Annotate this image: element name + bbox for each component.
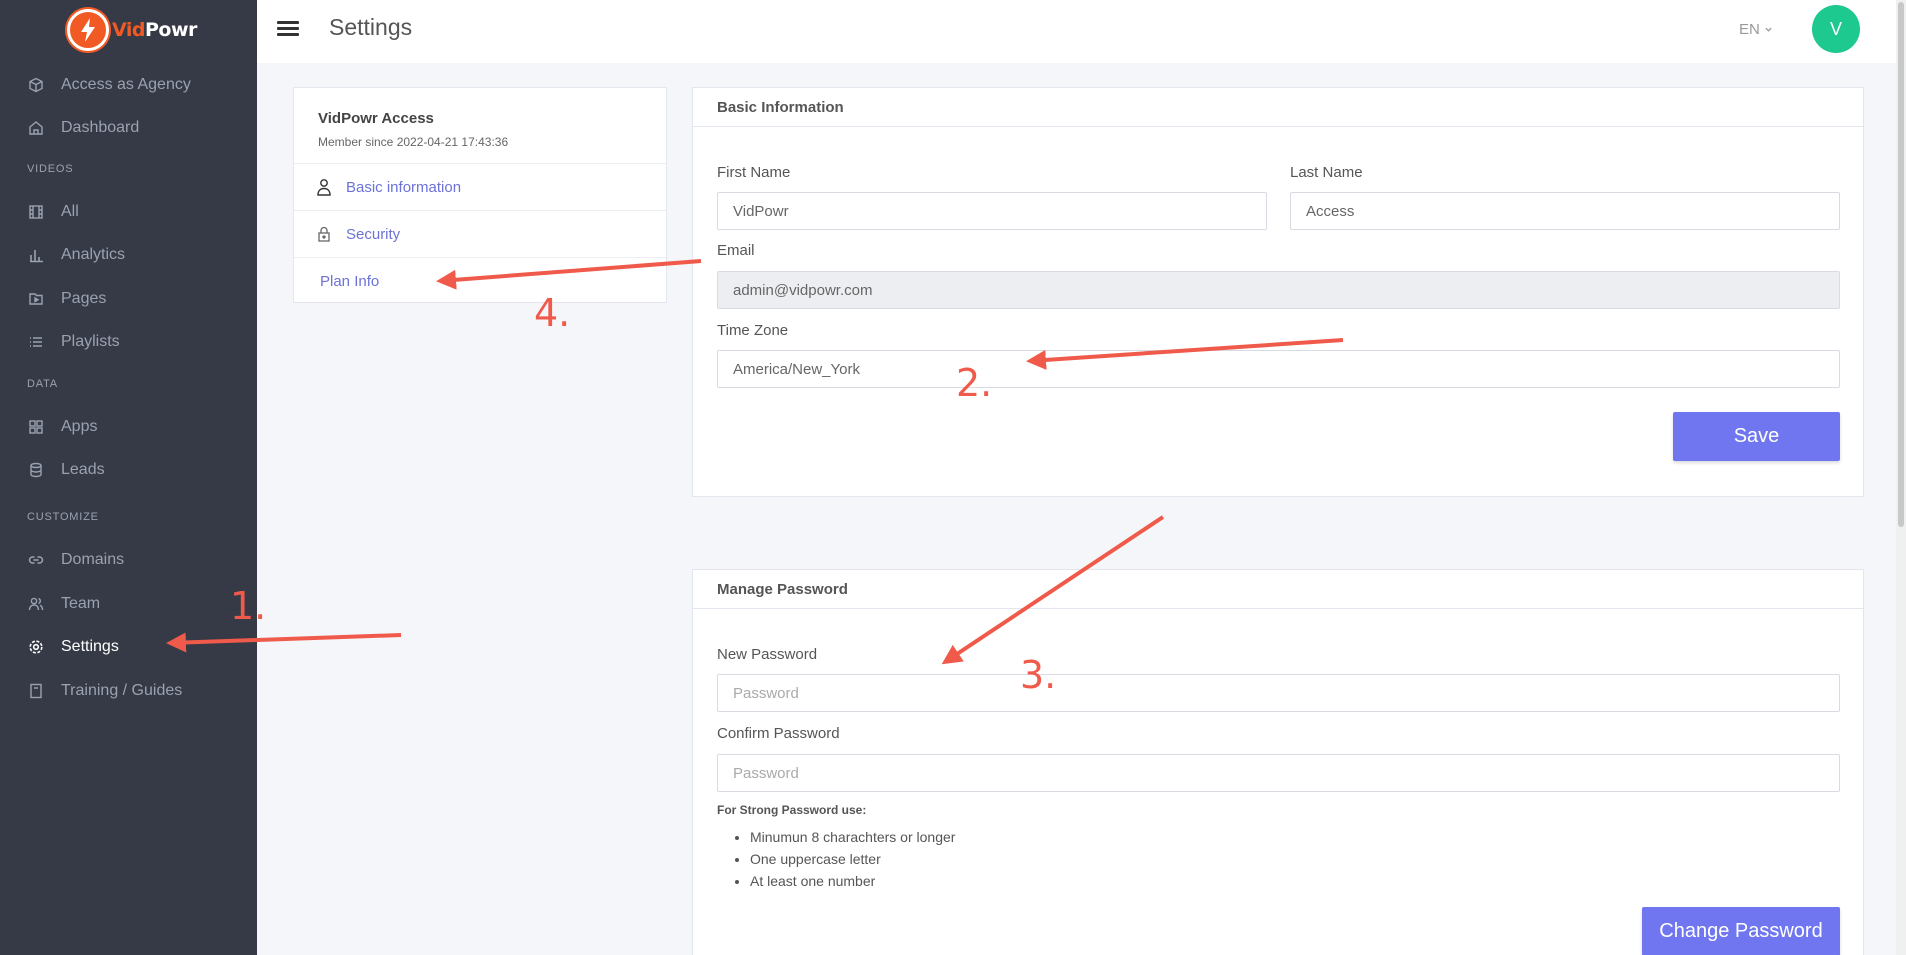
hamburger-menu-icon[interactable] [277,18,299,38]
sidebar-item-analytics[interactable]: Analytics [0,235,257,275]
time-zone-label: Time Zone [717,322,789,339]
language-label: EN [1739,21,1760,38]
chevron-down-icon [1764,21,1773,38]
link-label: Security [346,225,401,243]
password-hint-list: Minumun 8 charachters or longer One uppe… [730,826,955,892]
manage-password-panel: Manage Password New Password Password Co… [692,569,1864,955]
last-name-label: Last Name [1290,164,1363,181]
vidpowr-logo[interactable]: VidPowr [67,7,197,52]
book-icon [27,682,45,700]
link-label: Plan Info [320,272,380,290]
sidebar-item-leads[interactable]: Leads [0,450,257,490]
list-item: At least one number [750,870,955,892]
link-security[interactable]: Security [294,210,666,257]
link-label: Basic information [346,178,462,196]
change-password-button[interactable]: Change Password [1642,907,1840,955]
sidebar-item-apps[interactable]: Apps [0,407,257,447]
scrollbar-thumb[interactable] [1898,2,1904,527]
confirm-password-field[interactable]: Password [717,754,1840,792]
email-field: admin@vidpowr.com [717,271,1840,309]
sidebar-item-label: Settings [61,638,119,655]
section-label-customize: CUSTOMIZE [27,511,99,523]
sidebar-item-label: Access as Agency [61,76,191,93]
logo-wordmark: VidPowr [112,18,197,41]
gear-icon [27,638,45,656]
first-name-label: First Name [717,164,791,181]
database-icon [27,461,45,479]
sidebar-item-label: Team [61,595,101,612]
home-icon [27,119,45,137]
sidebar-item-label: Training / Guides [61,682,183,699]
sidebar-item-access-as-agency[interactable]: Access as Agency [0,65,257,105]
lock-icon [314,225,334,243]
sidebar-item-label: Playlists [61,333,120,350]
cube-icon [27,76,45,94]
sidebar-item-label: Domains [61,551,125,568]
profile-name: VidPowr Access [318,110,434,127]
sidebar-item-label: Leads [61,461,105,478]
annotation-step-2: 2. [956,361,993,405]
link-icon [27,551,45,569]
avatar[interactable]: V [1812,5,1860,53]
first-name-field[interactable]: VidPowr [717,192,1267,230]
sidebar-item-playlists[interactable]: Playlists [0,322,257,362]
sidebar-item-pages[interactable]: Pages [0,279,257,319]
user-icon [314,178,334,196]
section-label-data: DATA [27,378,58,390]
list-icon [27,333,45,351]
topbar: Settings EN V [257,0,1906,63]
sidebar-item-domains[interactable]: Domains [0,540,257,580]
annotation-step-1: 1. [230,584,267,628]
section-label-videos: VIDEOS [27,163,74,175]
language-selector[interactable]: EN [1739,21,1773,38]
annotation-step-4: 4. [534,291,571,335]
basic-information-panel: Basic Information First Name VidPowr Las… [692,87,1864,497]
sidebar-item-training-guides[interactable]: Training / Guides [0,671,257,711]
link-basic-information[interactable]: Basic information [294,163,666,210]
panel-header: Manage Password [693,570,1863,609]
new-password-field[interactable]: Password [717,674,1840,712]
email-label: Email [717,242,755,259]
grid-icon [27,418,45,436]
sidebar-item-label: Dashboard [61,119,140,136]
users-icon [27,595,45,613]
save-button[interactable]: Save [1673,412,1840,461]
panel-header: Basic Information [693,88,1863,127]
profile-card: VidPowr Access Member since 2022-04-21 1… [293,87,667,303]
link-plan-info[interactable]: Plan Info [294,257,666,304]
sidebar: VidPowr Access as Agency Dashboard VIDEO… [0,0,257,955]
sidebar-item-label: Analytics [61,246,126,263]
sidebar-item-label: Pages [61,290,107,307]
page-title: Settings [329,14,413,40]
list-item: Minumun 8 charachters or longer [750,826,955,848]
file-play-icon [27,290,45,308]
sidebar-item-all[interactable]: All [0,192,257,232]
sidebar-item-label: Apps [61,418,98,435]
film-icon [27,203,45,221]
sidebar-item-label: All [61,203,79,220]
confirm-password-label: Confirm Password [717,725,840,742]
last-name-field[interactable]: Access [1290,192,1840,230]
lightning-logo-icon [67,8,109,51]
time-zone-select[interactable]: America/New_York [717,350,1840,388]
new-password-label: New Password [717,646,818,663]
sidebar-item-team[interactable]: Team [0,584,257,624]
sidebar-item-dashboard[interactable]: Dashboard [0,108,257,148]
page-scrollbar[interactable] [1896,0,1906,955]
password-hint-title: For Strong Password use: [717,803,867,817]
list-item: One uppercase letter [750,848,955,870]
annotation-step-3: 3. [1020,653,1057,697]
sidebar-item-settings[interactable]: Settings [0,627,257,667]
bar-chart-icon [27,246,45,264]
member-since: Member since 2022-04-21 17:43:36 [318,135,509,149]
